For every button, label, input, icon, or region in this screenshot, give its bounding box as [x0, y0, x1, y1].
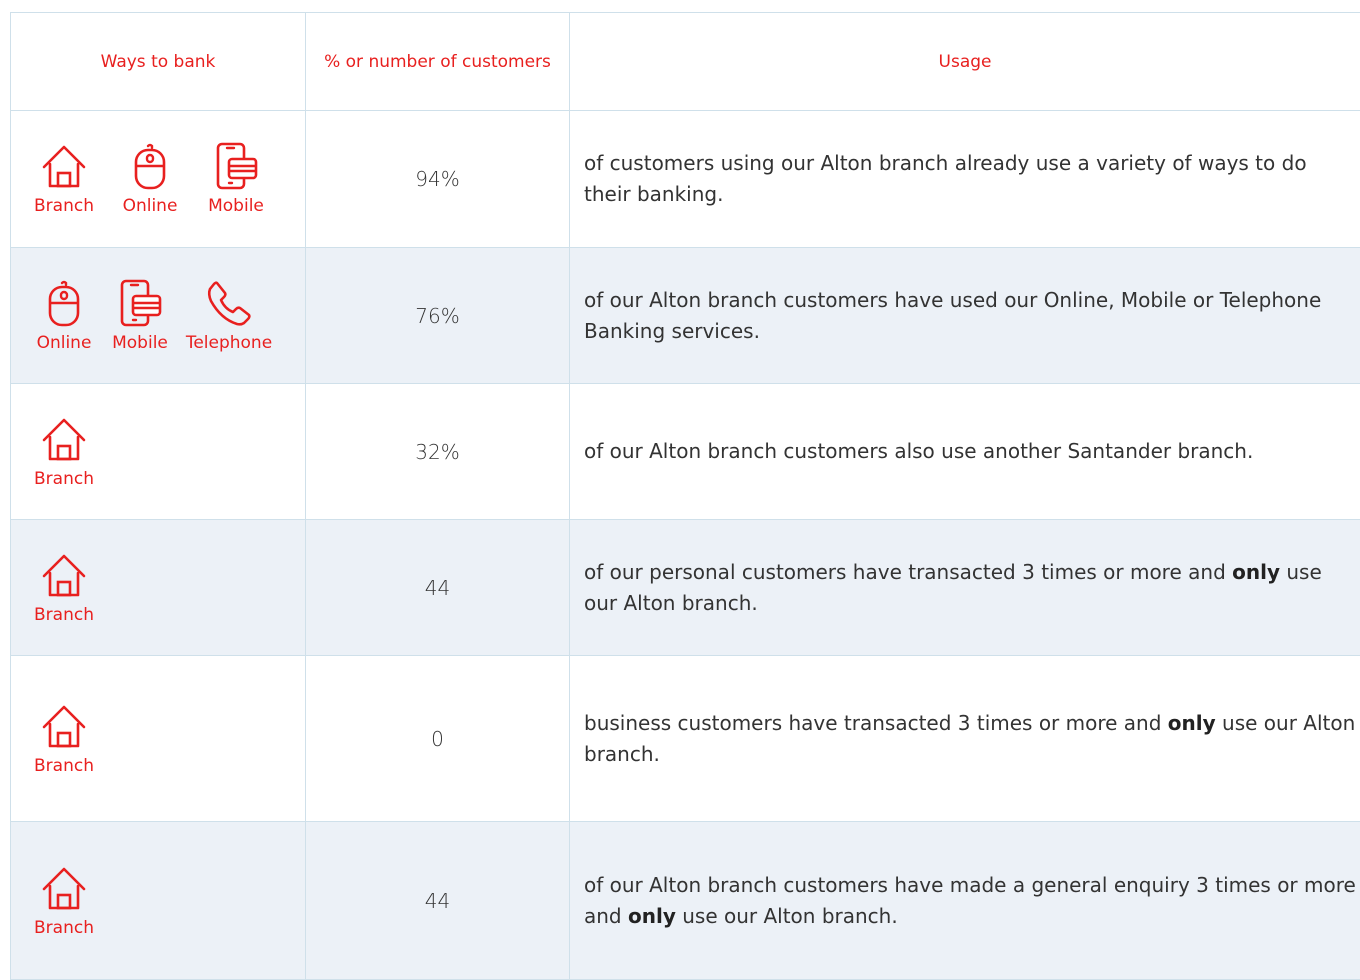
usage-text: of our Alton branch customers have used …	[569, 247, 1360, 384]
branch-channel: Branch	[31, 142, 97, 216]
online-channel: Online	[117, 142, 183, 216]
table-row: Branch 44 of our Alton branch customers …	[10, 821, 1360, 980]
branch-icon	[40, 864, 88, 912]
mouse-icon	[40, 279, 88, 327]
mobile-channel: Mobile	[203, 142, 269, 216]
customer-value: 32%	[305, 383, 570, 520]
channel-label: Online	[36, 332, 92, 353]
usage-emphasis: only	[627, 903, 676, 928]
channel-label: Branch	[34, 468, 94, 489]
table-row: Branch 32% of our Alton branch customers…	[10, 383, 1360, 520]
ways-cell: Branch Online Mobile	[10, 110, 306, 248]
usage-text-pre: of our personal customers have transacte…	[584, 559, 1233, 584]
customer-value: 76%	[305, 247, 570, 384]
channel-label: Branch	[34, 196, 94, 216]
branch-channel: Branch	[31, 702, 97, 776]
branch-icon	[40, 142, 88, 190]
ways-icons: Branch	[11, 415, 305, 489]
channel-label: Branch	[34, 755, 94, 776]
usage-text: business customers have transacted 3 tim…	[569, 655, 1360, 822]
channel-label: Mobile	[112, 332, 168, 353]
ways-cell: Branch	[10, 821, 306, 980]
header-usage: Usage	[569, 12, 1360, 111]
customer-value: 44	[305, 821, 570, 980]
branch-channel: Branch	[31, 551, 97, 625]
phone-icon	[205, 279, 253, 327]
usage-text: of customers using our Alton branch alre…	[569, 110, 1360, 248]
ways-cell: Branch	[10, 383, 306, 520]
channel-label: Branch	[34, 604, 94, 625]
mobile-card-icon	[212, 142, 260, 190]
ways-icons: Branch	[11, 551, 305, 625]
branch-icon	[40, 415, 88, 463]
branch-icon	[40, 551, 88, 599]
channel-label: Online	[122, 196, 178, 216]
ways-icons: Branch Online Mobile	[11, 142, 305, 216]
channel-label: Telephone	[185, 332, 273, 353]
customer-usage-table: Ways to bank % or number of customers Us…	[10, 12, 1360, 980]
mouse-icon	[126, 142, 174, 190]
channel-label: Mobile	[208, 196, 264, 216]
ways-cell: Online Mobile Telephone	[10, 247, 306, 384]
usage-emphasis: only	[1232, 559, 1280, 584]
ways-cell: Branch	[10, 655, 306, 822]
usage-text: of our personal customers have transacte…	[569, 519, 1360, 656]
header-ways-to-bank: Ways to bank	[10, 12, 306, 111]
branch-icon	[40, 702, 88, 750]
table-row: Branch 44 of our personal customers have…	[10, 519, 1360, 656]
branch-channel: Branch	[31, 415, 97, 489]
table-row: Online Mobile Telephone 76% of our Alton	[10, 247, 1360, 384]
ways-icons: Branch	[11, 702, 305, 776]
customer-value: 94%	[305, 110, 570, 248]
table-header-row: Ways to bank % or number of customers Us…	[10, 12, 1360, 111]
header-percent-customers: % or number of customers	[305, 12, 570, 111]
telephone-channel: Telephone	[183, 279, 275, 353]
table-row: Branch Online Mobile 94% of customers us…	[10, 110, 1360, 248]
branch-channel: Branch	[31, 864, 97, 938]
usage-text-post: use our Alton branch.	[675, 903, 898, 928]
ways-icons: Online Mobile Telephone	[11, 279, 305, 353]
usage-text-pre: business customers have transacted 3 tim…	[584, 710, 1168, 735]
online-channel: Online	[31, 279, 97, 353]
usage-emphasis: only	[1167, 710, 1216, 735]
ways-cell: Branch	[10, 519, 306, 656]
usage-text: of our Alton branch customers have made …	[569, 821, 1360, 980]
usage-text: of our Alton branch customers also use a…	[569, 383, 1360, 520]
ways-icons: Branch	[11, 864, 305, 938]
table-row: Branch 0 business customers have transac…	[10, 655, 1360, 822]
channel-label: Branch	[34, 917, 94, 938]
mobile-channel: Mobile	[107, 279, 173, 353]
mobile-card-icon	[116, 279, 164, 327]
customer-usage-table-wrap: Ways to bank % or number of customers Us…	[10, 12, 1360, 980]
customer-value: 0	[305, 655, 570, 822]
customer-value: 44	[305, 519, 570, 656]
